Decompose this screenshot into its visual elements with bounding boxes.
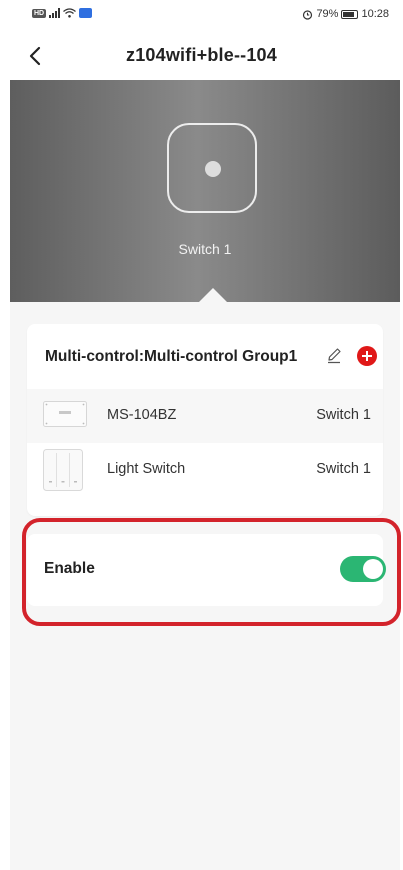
- nav-bar: z104wifi+ble--104: [0, 32, 403, 80]
- app-notification-icon: [79, 8, 93, 18]
- battery-icon: [341, 9, 359, 19]
- ms-104bz-device-image: [43, 401, 87, 427]
- device-name: MS-104BZ: [107, 407, 177, 423]
- enable-toggle[interactable]: [340, 556, 386, 582]
- alarm-icon: [303, 9, 313, 20]
- toggle-knob: [363, 559, 383, 579]
- pencil-icon[interactable]: [325, 346, 343, 364]
- switch-label: Switch 1: [178, 241, 232, 257]
- device-channel: Switch 1: [316, 461, 371, 477]
- switch-1-button[interactable]: [167, 123, 257, 213]
- battery-percent: 79%: [316, 8, 339, 20]
- status-bar: HD 79% 10:28: [0, 0, 403, 32]
- signal-icon: [49, 8, 61, 18]
- switch-indicator-dot: [205, 161, 221, 177]
- enable-card: Enable: [27, 534, 386, 606]
- device-row[interactable]: Light Switch Switch 1: [27, 443, 383, 497]
- light-switch-device-image: [43, 449, 83, 491]
- clock: 10:28: [361, 8, 389, 20]
- status-right-icons: 79% 10:28: [302, 8, 389, 20]
- selected-pointer: [199, 288, 227, 302]
- content-area: Multi-control:Multi-control Group1 MS-10…: [10, 302, 400, 870]
- add-device-button[interactable]: [357, 346, 377, 366]
- multi-control-group-card: Multi-control:Multi-control Group1 MS-10…: [27, 324, 383, 516]
- device-row[interactable]: MS-104BZ Switch 1: [27, 389, 383, 443]
- enable-label: Enable: [44, 560, 95, 577]
- hd-icon: HD: [32, 8, 47, 18]
- device-name: Light Switch: [107, 461, 186, 477]
- switch-hero-panel: Switch 1: [10, 80, 400, 302]
- device-channel: Switch 1: [316, 407, 371, 423]
- wifi-icon: [63, 8, 77, 18]
- page-title: z104wifi+ble--104: [126, 45, 277, 65]
- status-left-icons: HD: [32, 8, 93, 18]
- group-title: Multi-control:Multi-control Group1: [45, 348, 298, 365]
